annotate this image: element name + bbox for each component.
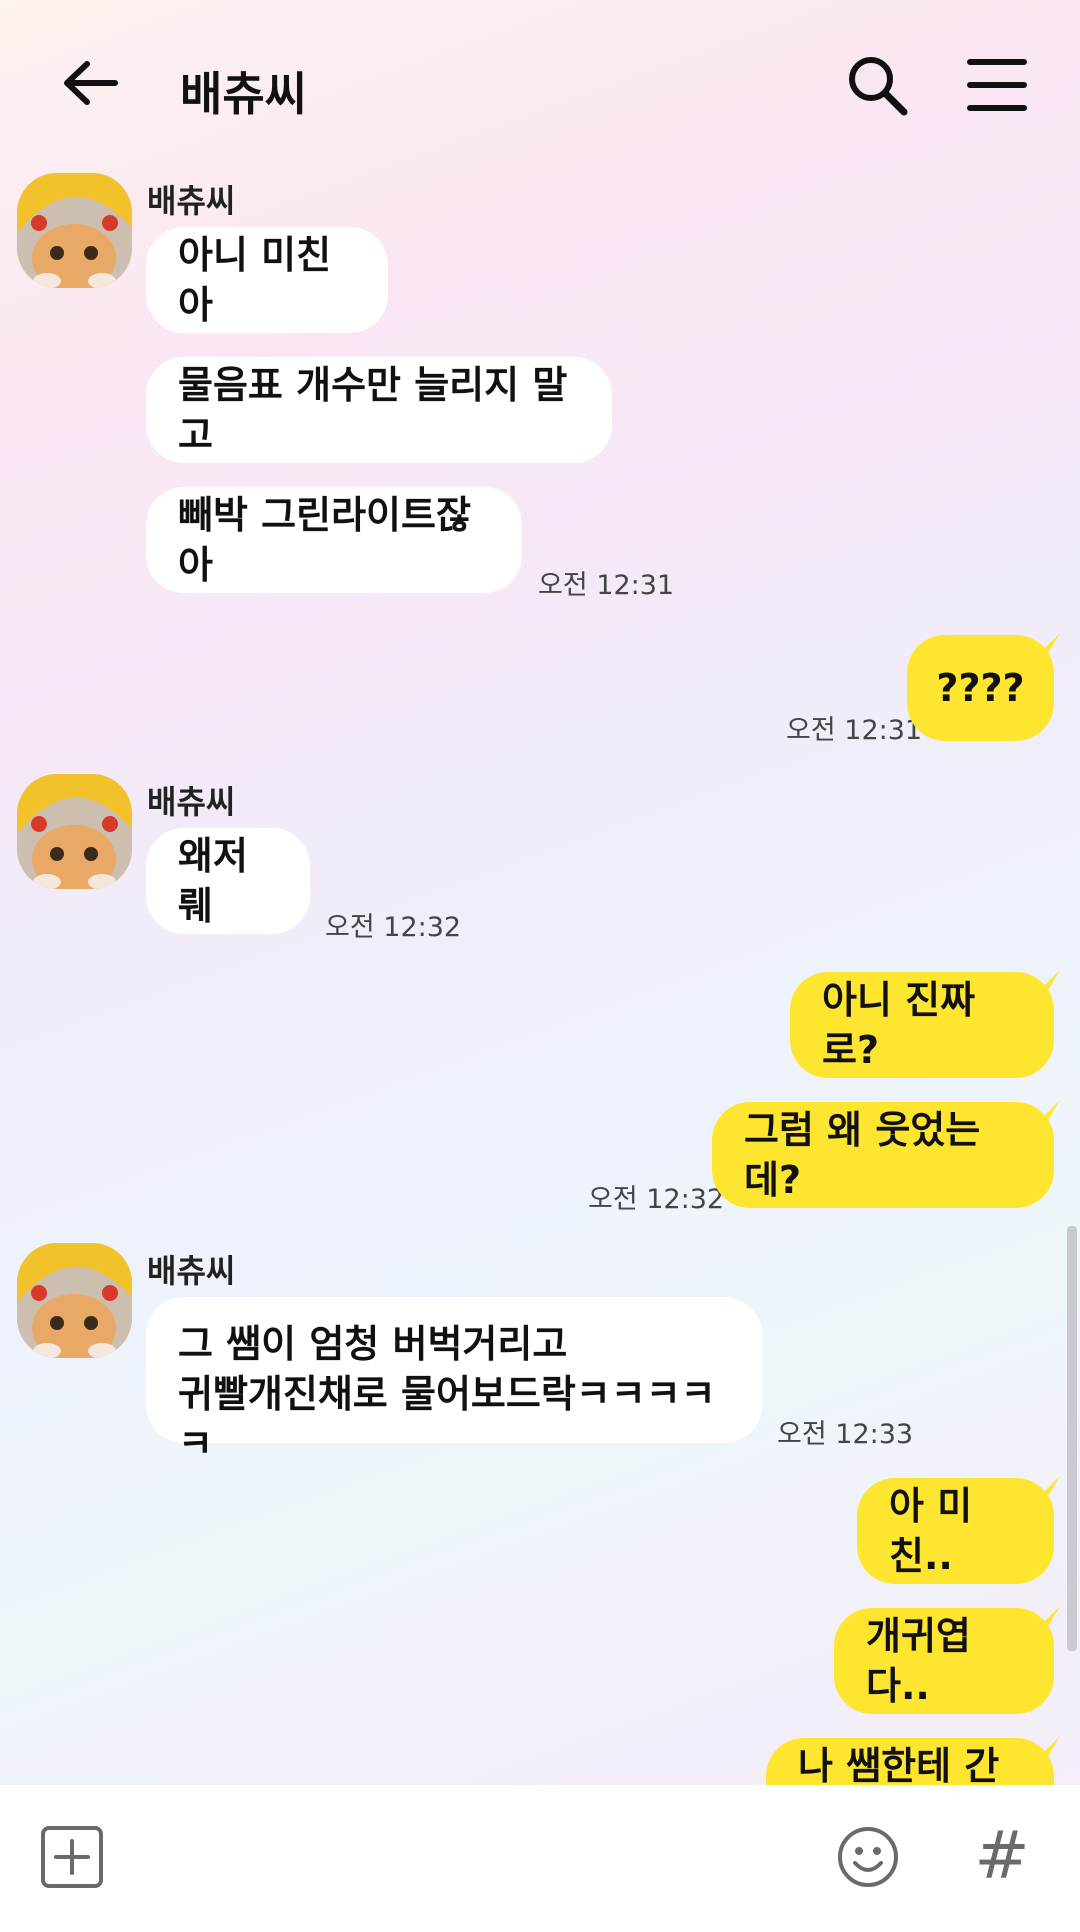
message-text: ???? [936, 666, 1025, 710]
cat-avatar-icon [17, 173, 132, 288]
message-bubble-incoming[interactable]: 물음표 개수만 늘리지 말고 [146, 357, 612, 463]
message-text: 왜저뤠 [178, 834, 248, 928]
message-text: 나 쌤한테 간다 [798, 1744, 1000, 1785]
chat-title: 배츄씨 [180, 67, 307, 121]
cat-avatar-icon [17, 774, 132, 889]
message-bubble-outgoing[interactable]: 아 미친.. [857, 1478, 1054, 1584]
message-bubble-incoming[interactable]: 빼박 그린라이트잖아 [146, 487, 522, 593]
hash-icon[interactable]: # [972, 1821, 1032, 1891]
input-bar: # [0, 1785, 1080, 1932]
message-bubble-outgoing[interactable]: 나 쌤한테 간다 [766, 1738, 1054, 1785]
sender-name: 배츄씨 [147, 182, 236, 220]
sender-name: 배츄씨 [147, 783, 236, 821]
message-list[interactable]: 배츄씨 아니 미친아 물음표 개수만 늘리지 말고 빼박 그린라이트잖아 오전 … [0, 170, 1080, 1785]
sender-name: 배츄씨 [147, 1252, 236, 1290]
message-timestamp: 오전 12:31 [786, 715, 923, 746]
sender-avatar[interactable] [17, 1243, 132, 1358]
sender-avatar[interactable] [17, 173, 132, 288]
search-icon[interactable] [842, 50, 912, 120]
message-timestamp: 오전 12:32 [588, 1184, 725, 1215]
message-bubble-outgoing[interactable]: 그럼 왜 웃었는데? [712, 1102, 1054, 1208]
message-bubble-outgoing[interactable]: 개귀엽다.. [834, 1608, 1054, 1714]
message-text-line: 귀빨개진채로 물어보드락ㅋㅋㅋㅋㅋ [178, 1372, 716, 1466]
chat-header: 배츄씨 [0, 0, 1080, 170]
scrollbar[interactable] [1067, 1226, 1077, 1651]
message-timestamp: 오전 12:31 [538, 570, 675, 601]
message-bubble-incoming[interactable]: 왜저뤠 [146, 828, 310, 934]
back-arrow-icon[interactable] [55, 50, 125, 120]
cat-avatar-icon [17, 1243, 132, 1358]
message-text: 아 미친.. [889, 1484, 973, 1578]
message-text: 빼박 그린라이트잖아 [178, 493, 471, 587]
hamburger-menu-icon[interactable] [962, 52, 1032, 118]
message-text: 아니 미친아 [178, 233, 332, 327]
message-bubble-outgoing[interactable]: ???? [907, 635, 1054, 741]
message-text-line: 그 쌤이 엄청 버벅거리고 [178, 1322, 568, 1366]
message-timestamp: 오전 12:33 [777, 1419, 914, 1450]
message-bubble-incoming[interactable]: 그 쌤이 엄청 버벅거리고 귀빨개진채로 물어보드락ㅋㅋㅋㅋㅋ [146, 1297, 762, 1466]
message-text: 물음표 개수만 늘리지 말고 [178, 363, 568, 457]
message-timestamp: 오전 12:32 [325, 912, 462, 943]
plus-square-icon[interactable] [40, 1825, 104, 1889]
message-text: 개귀엽다.. [866, 1614, 971, 1708]
smiley-icon[interactable] [836, 1825, 900, 1889]
message-bubble-outgoing[interactable]: 아니 진짜로? [790, 972, 1054, 1078]
message-bubble-incoming[interactable]: 아니 미친아 [146, 227, 388, 333]
sender-avatar[interactable] [17, 774, 132, 889]
message-text: 그럼 왜 웃었는데? [744, 1108, 981, 1202]
message-text: 아니 진짜로? [822, 978, 976, 1072]
